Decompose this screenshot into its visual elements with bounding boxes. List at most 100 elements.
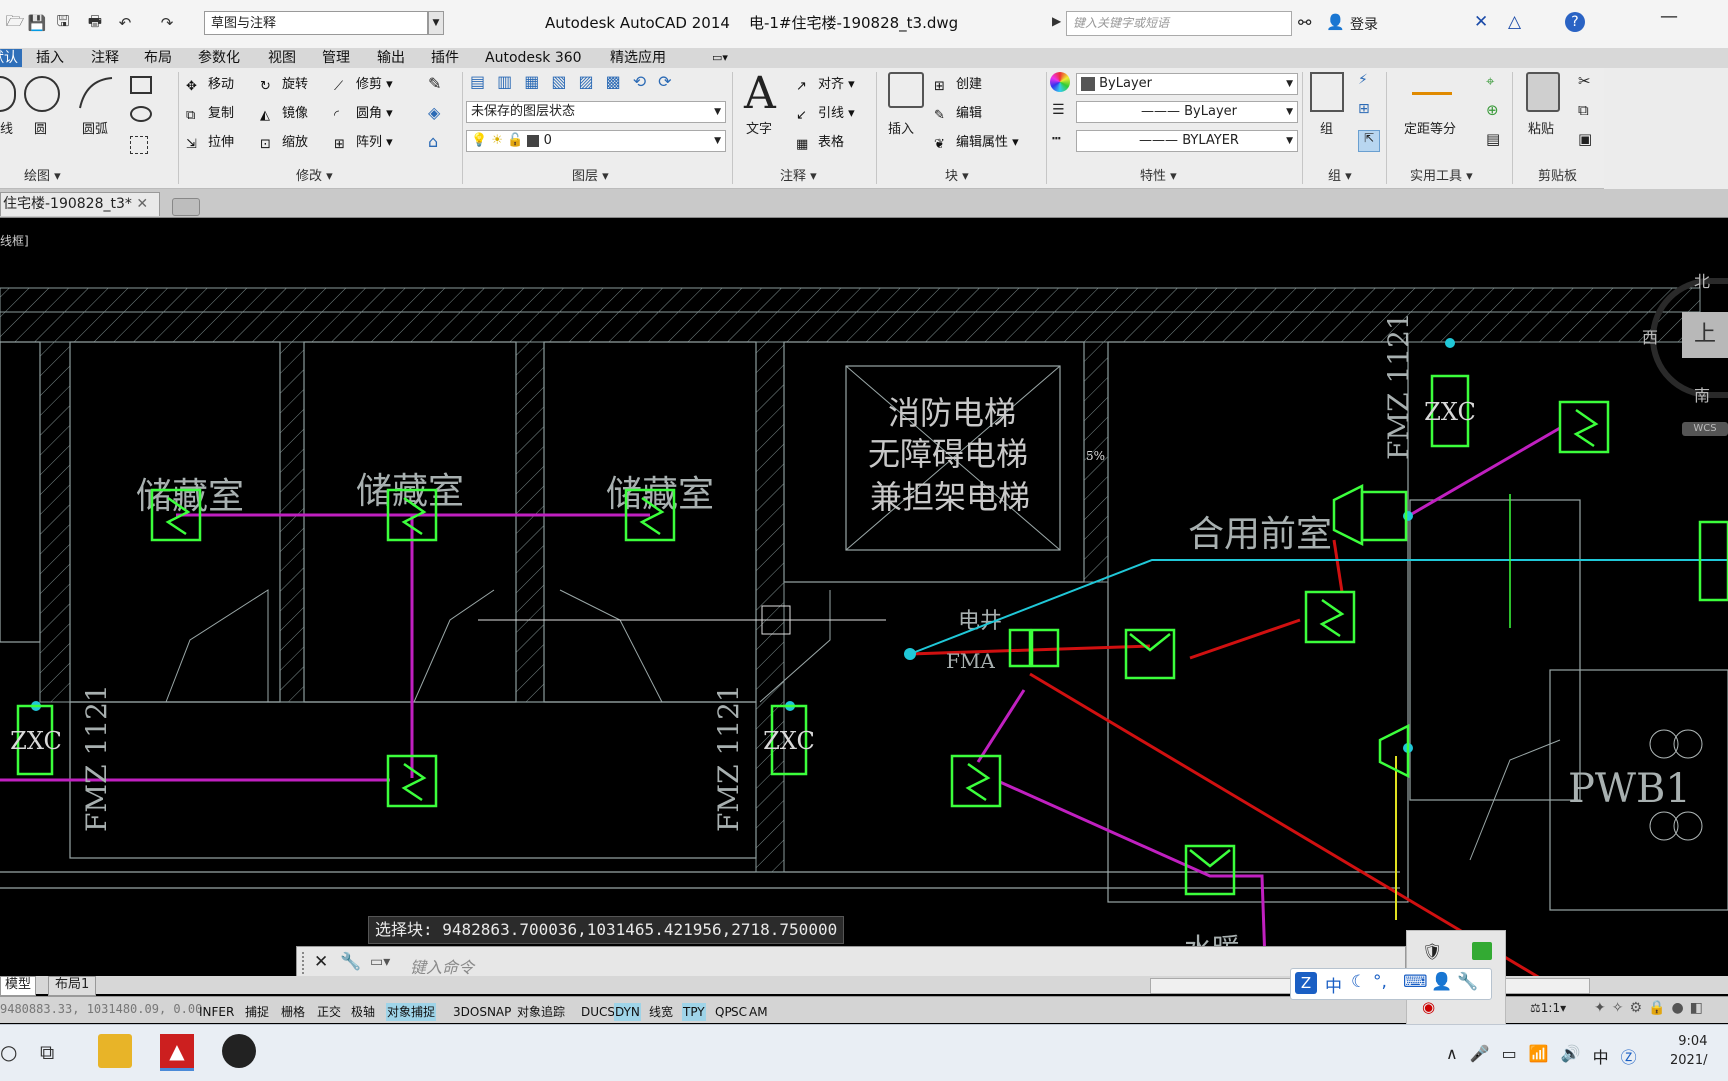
trim-button[interactable]: ⟋ 修剪 ▾ <box>334 74 393 96</box>
search-input[interactable]: 键入关键字或短语 <box>1066 11 1292 36</box>
annotation-scale[interactable]: ⚖1:1▾ <box>1530 1001 1566 1015</box>
tab-parametric[interactable]: 参数化 <box>198 49 240 67</box>
match-properties-icon[interactable] <box>1050 72 1070 92</box>
user-icon[interactable]: 👤 <box>1326 13 1345 31</box>
app-tray-icon[interactable]: ◉ <box>1422 998 1435 1016</box>
command-history-icon[interactable]: ▭▾ <box>370 954 390 970</box>
status-toggle-ducs[interactable]: DUCS <box>580 1003 616 1021</box>
compass-south[interactable]: 南 <box>1694 382 1710 406</box>
status-toggle-正交[interactable]: 正交 <box>316 1003 342 1021</box>
status-toggle-am[interactable]: AM <box>748 1003 769 1021</box>
status-toggle-栅格[interactable]: 栅格 <box>280 1003 306 1021</box>
calculator-icon[interactable]: ▤ <box>1486 130 1500 148</box>
layer-off-icon[interactable]: ⟳ <box>658 72 671 94</box>
status-toggle-极轴[interactable]: 极轴 <box>350 1003 376 1021</box>
annotation-visibility-icon[interactable]: ✦ <box>1594 1000 1606 1016</box>
tab-plugins[interactable]: 插件 <box>431 49 459 67</box>
keyboard-icon[interactable]: ⌨ <box>1403 972 1428 992</box>
hatch-icon[interactable] <box>130 136 148 154</box>
a360-icon[interactable]: △ <box>1508 12 1521 32</box>
redo-icon[interactable]: ↷ <box>156 12 178 34</box>
copy-clip-icon[interactable]: ⧉ <box>1578 101 1589 119</box>
circle-tool-label[interactable]: 圆 <box>34 118 47 137</box>
compass-west[interactable]: 西 <box>1642 324 1658 348</box>
tab-insert[interactable]: 插入 <box>36 49 64 67</box>
drag-handle[interactable] <box>302 952 310 974</box>
status-toggle-dyn[interactable]: DYN <box>614 1003 641 1021</box>
status-toggle-对象追踪[interactable]: 对象追踪 <box>516 1003 566 1021</box>
layer-properties-icon[interactable]: ▤ <box>470 72 485 94</box>
group-edit-icon[interactable]: ⊞ <box>1358 101 1378 121</box>
layer-previous-icon[interactable]: ▩ <box>606 72 621 94</box>
security-icon[interactable]: 🛡 <box>1422 942 1442 961</box>
layer-match-icon[interactable]: ▨ <box>579 72 594 94</box>
autocad-taskbar-icon[interactable]: ▲ <box>160 1034 194 1071</box>
wcs-menu[interactable]: WCS <box>1682 422 1728 436</box>
linetype-select[interactable]: ——— ByLayer ▼ <box>1076 101 1298 123</box>
binoculars-icon[interactable]: ⚯ <box>1298 13 1311 32</box>
obs-icon[interactable] <box>222 1034 256 1068</box>
arc-tool-label[interactable]: 圆弧 <box>82 118 108 137</box>
compass-north[interactable]: 北 <box>1694 268 1710 292</box>
panel-label-clipboard[interactable]: 剪贴板 <box>1538 168 1577 186</box>
close-icon[interactable]: ✕ <box>314 952 328 972</box>
status-toggle-捕捉[interactable]: 捕捉 <box>244 1003 270 1021</box>
panel-label-utilities[interactable]: 实用工具 ▾ <box>1410 168 1473 186</box>
cut-icon[interactable]: ✂ <box>1578 72 1591 90</box>
measure-tool-label[interactable]: 定距等分 <box>1404 118 1456 137</box>
search-expand-icon[interactable]: ▶ <box>1052 14 1061 28</box>
panel-label-groups[interactable]: 组 ▾ <box>1328 168 1352 186</box>
tab-manage[interactable]: 管理 <box>322 49 350 67</box>
insert-tool-label[interactable]: 插入 <box>888 118 914 137</box>
viewcube-face[interactable]: 上 <box>1682 312 1728 358</box>
stretch-button[interactable]: ⇲ 拉伸 <box>186 132 234 154</box>
layer-state-icon[interactable]: ▥ <box>497 72 512 94</box>
panel-label-properties[interactable]: 特性 ▾ <box>1140 168 1177 186</box>
lineweight-select[interactable]: ——— BYLAYER ▼ <box>1076 130 1298 152</box>
nvidia-icon[interactable] <box>1472 942 1492 960</box>
line-tool-label[interactable]: 线 <box>0 118 13 137</box>
text-tool-label[interactable]: 文字 <box>746 118 772 137</box>
status-toggle-sc[interactable]: SC <box>730 1003 748 1021</box>
status-toggle-3dosnap[interactable]: 3DOSNAP <box>452 1003 512 1021</box>
battery-icon[interactable]: ▭ <box>1502 1044 1517 1068</box>
create-block-button[interactable]: ⊞ 创建 <box>934 74 982 96</box>
align-button[interactable]: ↗ 对齐 ▾ <box>796 74 855 96</box>
offset-icon[interactable]: ⌂ <box>428 132 438 151</box>
tab-home[interactable]: 默认 <box>0 49 22 67</box>
status-toggle-tpy[interactable]: TPY <box>682 1003 706 1021</box>
auto-scale-icon[interactable]: ✧ <box>1612 1000 1624 1016</box>
ime-logo-tray-icon[interactable]: Ⓩ <box>1621 1044 1637 1068</box>
print-icon[interactable]: 🖶 <box>84 12 106 34</box>
status-toggle-线宽[interactable]: 线宽 <box>648 1003 674 1021</box>
arc-icon[interactable] <box>76 74 116 114</box>
exchange-icon[interactable]: ✕ <box>1474 12 1488 32</box>
status-toggle-infer[interactable]: INFER <box>198 1003 235 1021</box>
color-select[interactable]: ByLayer ▼ <box>1076 73 1298 95</box>
layer-freeze-icon[interactable]: ⟲ <box>633 72 646 94</box>
video-icon[interactable]: ▭▾ <box>712 49 728 67</box>
punctuation-icon[interactable]: °, <box>1373 972 1387 992</box>
taskbar-clock[interactable]: 9:04 2021/ <box>1670 1032 1707 1070</box>
circle-icon[interactable] <box>24 76 60 112</box>
tab-view[interactable]: 视图 <box>268 49 296 67</box>
ungroup-icon[interactable]: ⚡ <box>1358 72 1378 92</box>
panel-label-layers[interactable]: 图层 ▾ <box>572 168 609 186</box>
tab-featured-apps[interactable]: 精选应用 <box>610 49 666 67</box>
panel-label-draw[interactable]: 绘图 ▾ <box>24 168 61 186</box>
copy-button[interactable]: ⧉ 复制 <box>186 103 234 125</box>
workspace-select[interactable]: 草图与注释 <box>204 11 428 35</box>
file-tab[interactable]: 住宅楼-190828_t3* ✕ <box>0 192 160 216</box>
file-explorer-icon[interactable] <box>98 1034 132 1068</box>
hardware-accel-icon[interactable]: ● <box>1671 1000 1683 1016</box>
layer-isolate-icon[interactable]: ▦ <box>524 72 539 94</box>
help-icon[interactable]: ? <box>1565 12 1585 32</box>
save-as-icon[interactable]: 🖫 <box>52 12 74 34</box>
rectangle-icon[interactable] <box>130 76 152 94</box>
group-tool-label[interactable]: 组 <box>1320 118 1333 137</box>
ime-language[interactable]: 中 <box>1325 972 1342 997</box>
ime-toolbar[interactable]: Z 中 ☾ °, ⌨ 👤 🔧 <box>1290 968 1492 1000</box>
status-toggle-对象捕捉[interactable]: 对象捕捉 <box>386 1003 437 1021</box>
polyline-icon[interactable] <box>0 76 16 112</box>
array-button[interactable]: ⊞ 阵列 ▾ <box>334 132 393 154</box>
